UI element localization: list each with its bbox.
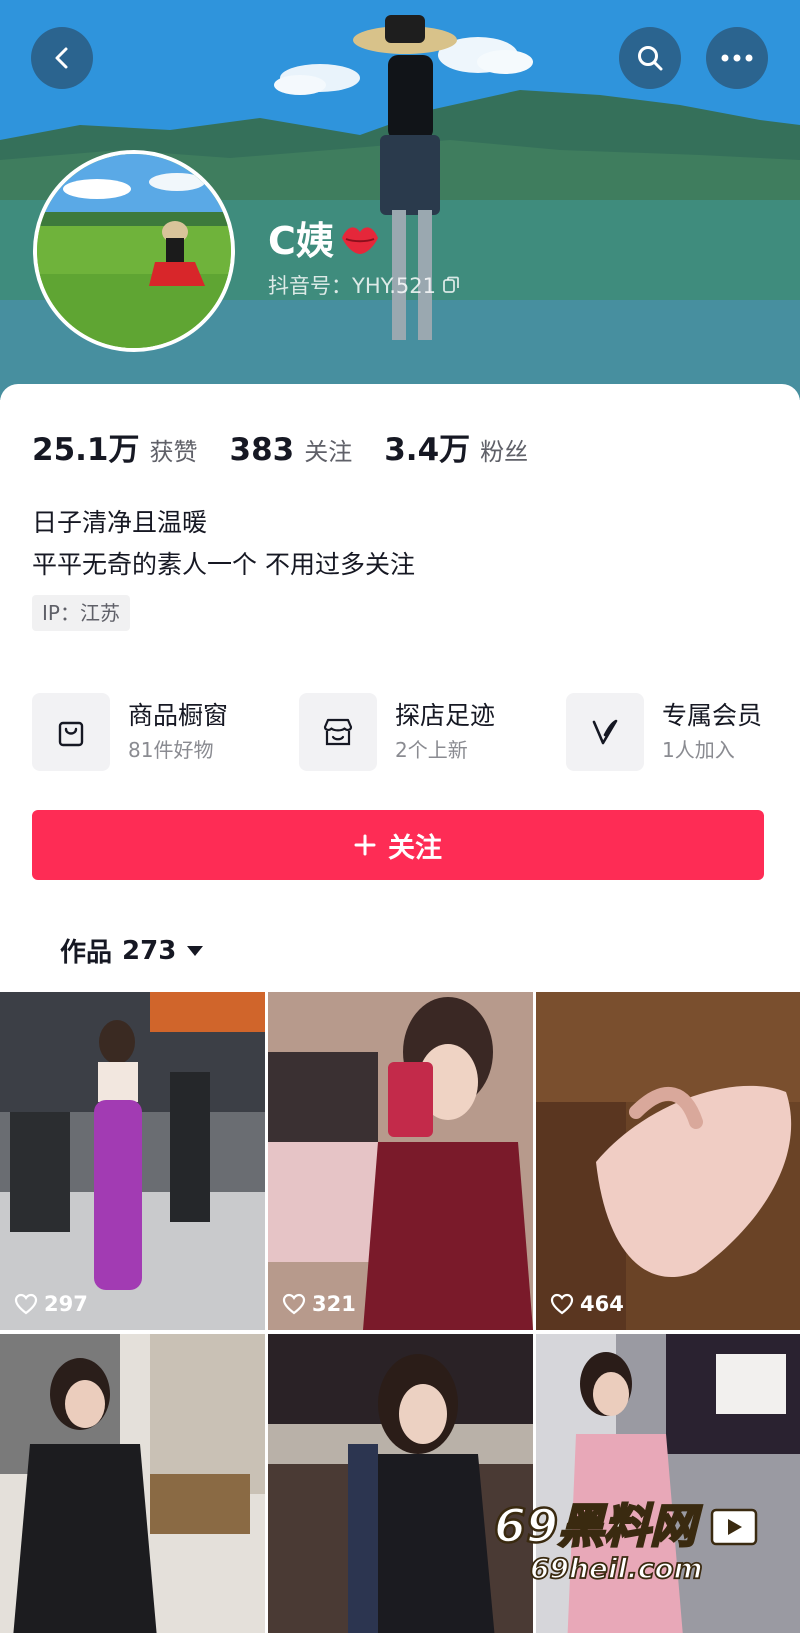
video-thumbnail[interactable]	[536, 1334, 800, 1633]
stat-label: 关注	[304, 438, 353, 466]
video-thumbnail[interactable]	[0, 1334, 265, 1633]
works-count: 273	[122, 935, 177, 966]
stat-likes: 25.1万 获赞	[32, 424, 198, 469]
feature-icon-box	[299, 693, 377, 771]
douyin-id[interactable]: 抖音号：YHY.521	[268, 270, 460, 300]
back-button[interactable]	[31, 27, 93, 89]
like-count-text: 321	[312, 1292, 356, 1316]
heart-outline-icon	[14, 1293, 38, 1315]
works-tab-label: 作品	[60, 938, 113, 968]
profile-card: 25.1万 获赞 383 关注 3.4万 粉丝 日子清净且温暖 平平无奇的素人一…	[0, 384, 800, 1633]
more-button[interactable]	[706, 27, 768, 89]
video-cover-image	[0, 992, 265, 1330]
bag-icon	[58, 721, 84, 747]
feature-title: 商品橱窗	[128, 701, 229, 730]
feature-icon-box	[32, 693, 110, 771]
profile-nickname: C姨	[268, 210, 382, 265]
vip-v-icon	[592, 719, 618, 745]
heart-outline-icon	[282, 1293, 306, 1315]
lips-icon	[341, 226, 378, 254]
video-like-count: 464	[550, 1292, 624, 1316]
stat-followers[interactable]: 3.4万 粉丝	[384, 424, 528, 469]
stat-value: 3.4万	[384, 432, 471, 468]
bio-line: 平平无奇的素人一个 不用过多关注	[32, 550, 415, 579]
more-icon	[721, 54, 753, 62]
bio-line: 日子清净且温暖	[32, 508, 208, 537]
profile-avatar[interactable]	[33, 150, 235, 352]
tab-works[interactable]: 作品 273	[60, 932, 204, 969]
site-watermark-logo: 69黑料网 69heil.com	[493, 1498, 758, 1586]
video-cover-image	[268, 992, 533, 1330]
svg-text:69黑料网: 69黑料网	[494, 1499, 702, 1553]
heart-outline-icon	[550, 1293, 574, 1315]
copy-icon[interactable]	[442, 276, 460, 294]
back-icon	[55, 47, 68, 69]
feature-title: 专属会员	[662, 701, 763, 730]
video-thumbnail[interactable]: 321	[268, 992, 533, 1330]
stat-label: 粉丝	[480, 438, 529, 466]
avatar-photo	[37, 154, 231, 348]
feature-store-visits[interactable]: 探店足迹 2个上新	[299, 692, 495, 772]
profile-header-banner: C姨 抖音号：YHY.521	[0, 0, 800, 400]
like-count-text: 464	[580, 1292, 624, 1316]
feature-subtitle: 1人加入	[662, 738, 735, 762]
video-like-count: 321	[282, 1292, 356, 1316]
video-cover-image	[0, 1334, 265, 1633]
search-icon	[638, 46, 663, 71]
caret-down-icon	[187, 945, 204, 956]
ip-location-badge: IP：江苏	[32, 595, 130, 631]
stat-value: 383	[229, 432, 295, 468]
video-thumbnail[interactable]	[268, 1334, 533, 1633]
nickname-text: C姨	[268, 219, 334, 263]
feature-title: 探店足迹	[395, 701, 496, 730]
feature-subtitle: 81件好物	[128, 738, 214, 762]
follow-button-label: 关注	[388, 832, 442, 864]
shop-icon	[323, 718, 353, 746]
feature-entries: 商品橱窗 81件好物 探店足迹 2个上新 专属会员 1人加入	[32, 692, 772, 772]
profile-stats: 25.1万 获赞 383 关注 3.4万 粉丝	[32, 424, 560, 469]
feature-icon-box	[566, 693, 644, 771]
follow-button[interactable]: 关注	[32, 810, 764, 880]
profile-bio: 日子清净且温暖 平平无奇的素人一个 不用过多关注	[32, 502, 415, 586]
feature-shop-window[interactable]: 商品橱窗 81件好物	[32, 692, 228, 772]
video-cover-image	[536, 1334, 800, 1633]
douyin-id-text: 抖音号：YHY.521	[268, 274, 436, 298]
stat-label: 获赞	[149, 438, 198, 466]
feature-exclusive-membership[interactable]: 专属会员 1人加入	[566, 692, 762, 772]
video-cover-image	[268, 1334, 533, 1633]
svg-text:69heil.com: 69heil.com	[530, 1552, 703, 1585]
like-count-text: 297	[44, 1292, 88, 1316]
search-button[interactable]	[619, 27, 681, 89]
stat-following[interactable]: 383 关注	[230, 432, 353, 468]
plus-icon	[354, 834, 376, 856]
feature-subtitle: 2个上新	[395, 738, 468, 762]
video-like-count: 297	[14, 1292, 88, 1316]
video-cover-image	[536, 992, 800, 1330]
stat-value: 25.1万	[32, 432, 140, 468]
video-thumbnail[interactable]: 297	[0, 992, 265, 1330]
video-thumbnail[interactable]: 464	[536, 992, 800, 1330]
